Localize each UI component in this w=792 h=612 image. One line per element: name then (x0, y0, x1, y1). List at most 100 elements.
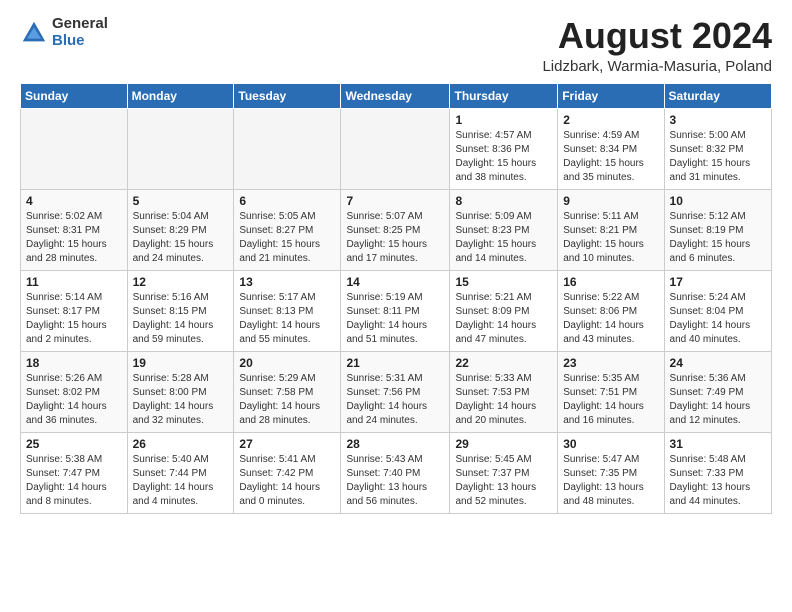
day-number: 9 (563, 194, 658, 208)
calendar-cell: 30Sunrise: 5:47 AM Sunset: 7:35 PM Dayli… (558, 432, 664, 513)
weekday-header-thursday: Thursday (450, 83, 558, 108)
week-row-2: 4 Sunrise: 5:02 AM Sunset: 8:31 PM Daylig… (21, 189, 772, 270)
calendar-cell: 27 Sunrise: 5:41 AM Sunset: 7:42 PM Dayli… (234, 432, 341, 513)
day-info: Sunrise: 5:31 AM Sunset: 7:56 PM Dayligh… (346, 372, 444, 428)
day-info: Sunrise: 5:21 AM Sunset: 8:09 PM Dayligh… (455, 291, 552, 347)
day-number: 4 (26, 194, 122, 208)
day-info: Sunrise: 4:59 AM Sunset: 8:34 PM Dayligh… (563, 129, 658, 185)
day-info: Sunrise: 5:16 AM Sunset: 8:15 PM Dayligh… (133, 291, 229, 347)
day-number: 3 (670, 113, 766, 127)
calendar-cell: 19Sunrise: 5:28 AM Sunset: 8:00 PM Dayli… (127, 351, 234, 432)
calendar-cell: 31 Sunrise: 5:48 AM Sunset: 7:33 PM Dayli… (664, 432, 771, 513)
month-title: August 2024 (542, 16, 772, 56)
calendar-cell: 29Sunrise: 5:45 AM Sunset: 7:37 PM Dayli… (450, 432, 558, 513)
day-info: Sunrise: 5:17 AM Sunset: 8:13 PM Dayligh… (239, 291, 335, 347)
day-info: Sunrise: 5:04 AM Sunset: 8:29 PM Dayligh… (133, 210, 229, 266)
logo-icon (20, 19, 48, 47)
calendar-cell: 20 Sunrise: 5:29 AM Sunset: 7:58 PM Dayli… (234, 351, 341, 432)
day-info: Sunrise: 5:38 AM Sunset: 7:47 PM Dayligh… (26, 453, 122, 509)
calendar-cell: 4 Sunrise: 5:02 AM Sunset: 8:31 PM Daylig… (21, 189, 128, 270)
calendar-cell (127, 108, 234, 189)
calendar-cell: 7Sunrise: 5:07 AM Sunset: 8:25 PM Daylig… (341, 189, 450, 270)
calendar-cell: 16 Sunrise: 5:22 AM Sunset: 8:06 PM Dayli… (558, 270, 664, 351)
day-number: 24 (670, 356, 766, 370)
weekday-header-tuesday: Tuesday (234, 83, 341, 108)
day-number: 20 (239, 356, 335, 370)
calendar-cell: 12 Sunrise: 5:16 AM Sunset: 8:15 PM Dayli… (127, 270, 234, 351)
day-number: 27 (239, 437, 335, 451)
day-info: Sunrise: 4:57 AM Sunset: 8:36 PM Dayligh… (455, 129, 552, 185)
day-info: Sunrise: 5:05 AM Sunset: 8:27 PM Dayligh… (239, 210, 335, 266)
logo-blue-text: Blue (52, 33, 108, 50)
day-number: 11 (26, 275, 122, 289)
calendar-cell: 17 Sunrise: 5:24 AM Sunset: 8:04 PM Dayli… (664, 270, 771, 351)
day-number: 19 (133, 356, 229, 370)
location-title: Lidzbark, Warmia-Masuria, Poland (542, 58, 772, 75)
day-number: 23 (563, 356, 658, 370)
day-info: Sunrise: 5:29 AM Sunset: 7:58 PM Dayligh… (239, 372, 335, 428)
day-info: Sunrise: 5:47 AM Sunset: 7:35 PM Dayligh… (563, 453, 658, 509)
week-row-1: 1 Sunrise: 4:57 AM Sunset: 8:36 PM Daylig… (21, 108, 772, 189)
weekday-header-saturday: Saturday (664, 83, 771, 108)
day-number: 12 (133, 275, 229, 289)
day-info: Sunrise: 5:12 AM Sunset: 8:19 PM Dayligh… (670, 210, 766, 266)
day-info: Sunrise: 5:22 AM Sunset: 8:06 PM Dayligh… (563, 291, 658, 347)
header: General Blue August 2024 Lidzbark, Warmi… (20, 16, 772, 75)
day-number: 6 (239, 194, 335, 208)
day-number: 29 (455, 437, 552, 451)
calendar-cell: 24 Sunrise: 5:36 AM Sunset: 7:49 PM Dayli… (664, 351, 771, 432)
calendar-cell: 22Sunrise: 5:33 AM Sunset: 7:53 PM Dayli… (450, 351, 558, 432)
day-number: 28 (346, 437, 444, 451)
logo: General Blue (20, 16, 108, 49)
calendar-cell: 8 Sunrise: 5:09 AM Sunset: 8:23 PM Daylig… (450, 189, 558, 270)
logo-text: General Blue (52, 16, 108, 49)
week-row-5: 25Sunrise: 5:38 AM Sunset: 7:47 PM Dayli… (21, 432, 772, 513)
day-info: Sunrise: 5:11 AM Sunset: 8:21 PM Dayligh… (563, 210, 658, 266)
calendar-cell: 25Sunrise: 5:38 AM Sunset: 7:47 PM Dayli… (21, 432, 128, 513)
calendar-cell (234, 108, 341, 189)
day-info: Sunrise: 5:36 AM Sunset: 7:49 PM Dayligh… (670, 372, 766, 428)
day-number: 17 (670, 275, 766, 289)
day-number: 21 (346, 356, 444, 370)
calendar-cell: 13 Sunrise: 5:17 AM Sunset: 8:13 PM Dayli… (234, 270, 341, 351)
day-number: 26 (133, 437, 229, 451)
calendar-cell: 3 Sunrise: 5:00 AM Sunset: 8:32 PM Daylig… (664, 108, 771, 189)
day-number: 7 (346, 194, 444, 208)
weekday-header-sunday: Sunday (21, 83, 128, 108)
day-info: Sunrise: 5:41 AM Sunset: 7:42 PM Dayligh… (239, 453, 335, 509)
day-info: Sunrise: 5:26 AM Sunset: 8:02 PM Dayligh… (26, 372, 122, 428)
calendar-cell (341, 108, 450, 189)
day-info: Sunrise: 5:09 AM Sunset: 8:23 PM Dayligh… (455, 210, 552, 266)
day-info: Sunrise: 5:14 AM Sunset: 8:17 PM Dayligh… (26, 291, 122, 347)
day-info: Sunrise: 5:02 AM Sunset: 8:31 PM Dayligh… (26, 210, 122, 266)
day-number: 8 (455, 194, 552, 208)
calendar-cell: 6 Sunrise: 5:05 AM Sunset: 8:27 PM Daylig… (234, 189, 341, 270)
weekday-header-friday: Friday (558, 83, 664, 108)
calendar-cell: 10Sunrise: 5:12 AM Sunset: 8:19 PM Dayli… (664, 189, 771, 270)
weekday-header-row: SundayMondayTuesdayWednesdayThursdayFrid… (21, 83, 772, 108)
day-number: 1 (455, 113, 552, 127)
calendar-cell: 18 Sunrise: 5:26 AM Sunset: 8:02 PM Dayli… (21, 351, 128, 432)
day-info: Sunrise: 5:00 AM Sunset: 8:32 PM Dayligh… (670, 129, 766, 185)
weekday-header-monday: Monday (127, 83, 234, 108)
calendar-cell (21, 108, 128, 189)
day-number: 22 (455, 356, 552, 370)
day-info: Sunrise: 5:48 AM Sunset: 7:33 PM Dayligh… (670, 453, 766, 509)
day-info: Sunrise: 5:24 AM Sunset: 8:04 PM Dayligh… (670, 291, 766, 347)
day-info: Sunrise: 5:43 AM Sunset: 7:40 PM Dayligh… (346, 453, 444, 509)
logo-general-text: General (52, 16, 108, 33)
calendar-cell: 11 Sunrise: 5:14 AM Sunset: 8:17 PM Dayli… (21, 270, 128, 351)
day-info: Sunrise: 5:35 AM Sunset: 7:51 PM Dayligh… (563, 372, 658, 428)
day-number: 14 (346, 275, 444, 289)
calendar-table: SundayMondayTuesdayWednesdayThursdayFrid… (20, 83, 772, 514)
day-number: 13 (239, 275, 335, 289)
title-block: August 2024 Lidzbark, Warmia-Masuria, Po… (542, 16, 772, 75)
day-number: 16 (563, 275, 658, 289)
day-number: 2 (563, 113, 658, 127)
day-number: 31 (670, 437, 766, 451)
calendar-cell: 23 Sunrise: 5:35 AM Sunset: 7:51 PM Dayli… (558, 351, 664, 432)
weekday-header-wednesday: Wednesday (341, 83, 450, 108)
calendar-cell: 9 Sunrise: 5:11 AM Sunset: 8:21 PM Daylig… (558, 189, 664, 270)
calendar-cell: 14Sunrise: 5:19 AM Sunset: 8:11 PM Dayli… (341, 270, 450, 351)
day-number: 18 (26, 356, 122, 370)
